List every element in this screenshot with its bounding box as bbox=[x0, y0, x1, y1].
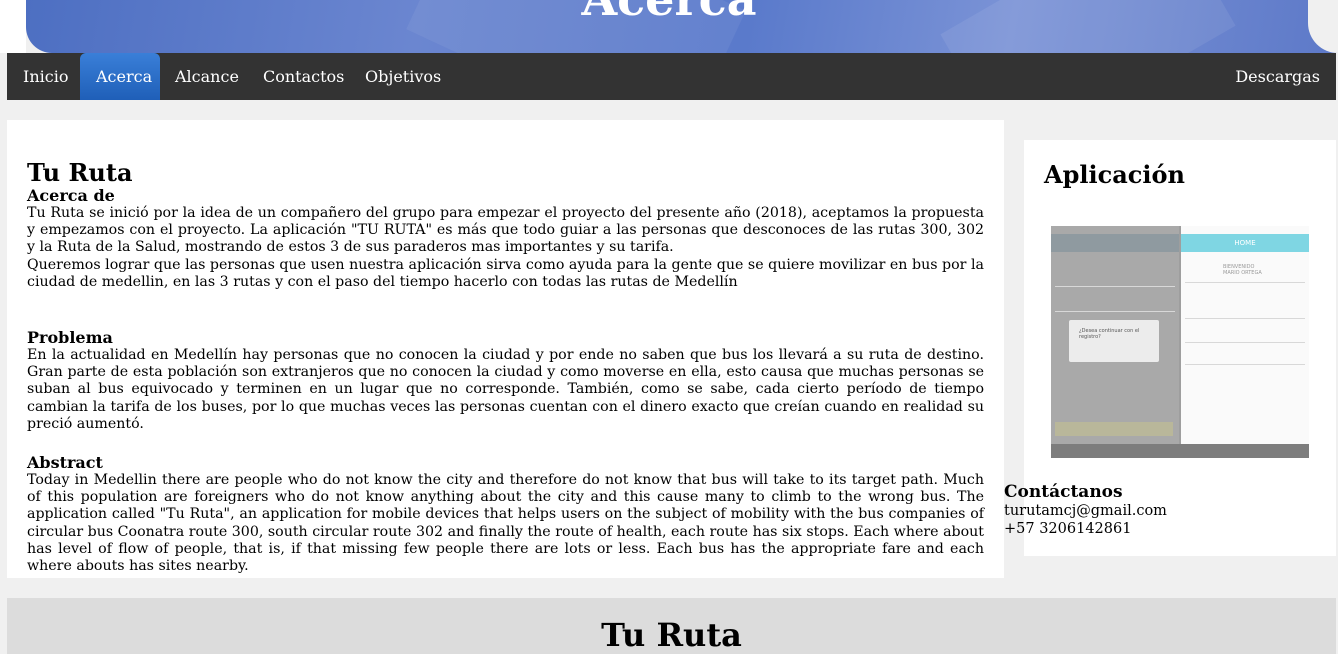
screenshot-button bbox=[1055, 422, 1173, 436]
section-paragraph: En la actualidad en Medellín hay persona… bbox=[27, 347, 984, 432]
contact-title: Contáctanos bbox=[1004, 482, 1123, 502]
section-paragraph: Tu Ruta se inició por la idea de un comp… bbox=[27, 205, 984, 256]
app-screenshot: ¿Desea continuar con el registro? HOME B… bbox=[1051, 226, 1309, 458]
screenshot-home-bar: HOME bbox=[1181, 234, 1309, 252]
screenshot-user: MARIO ORTEGA bbox=[1223, 270, 1262, 276]
footer: Tu Ruta bbox=[7, 598, 1336, 654]
main-nav: Inicio Acerca Alcance Contactos Objetivo… bbox=[7, 53, 1336, 100]
section-paragraph: Queremos lograr que las personas que use… bbox=[27, 256, 984, 290]
section-paragraph: Today in Medellin there are people who d… bbox=[27, 472, 984, 575]
screenshot-divider bbox=[1185, 342, 1305, 343]
article-panel: Tu Ruta Acerca de Tu Ruta se inició por … bbox=[7, 120, 1004, 578]
contact-email: turutamcj@gmail.com bbox=[1004, 503, 1167, 519]
screenshot-divider bbox=[1055, 311, 1175, 312]
screenshot-dialog: ¿Desea continuar con el registro? bbox=[1069, 320, 1159, 362]
screenshot-left-screen: ¿Desea continuar con el registro? bbox=[1051, 226, 1179, 444]
screenshot-right-screen: HOME BIENVENIDO MARIO ORTEGA bbox=[1181, 226, 1309, 444]
page-title: Acerca bbox=[0, 0, 1338, 26]
screenshot-left-appbar bbox=[1051, 234, 1179, 252]
nav-item-objetivos[interactable]: Objetivos bbox=[349, 53, 457, 100]
footer-title: Tu Ruta bbox=[601, 616, 742, 654]
nav-item-inicio[interactable]: Inicio bbox=[7, 53, 84, 100]
aside-title: Aplicación bbox=[1044, 160, 1185, 189]
nav-item-descargas[interactable]: Descargas bbox=[1219, 53, 1336, 100]
section-heading-abstract: Abstract bbox=[27, 453, 103, 472]
section-heading-problema: Problema bbox=[27, 328, 113, 347]
nav-item-acerca[interactable]: Acerca bbox=[80, 53, 160, 100]
screenshot-divider bbox=[1185, 318, 1305, 319]
screenshot-divider bbox=[1185, 364, 1305, 365]
nav-item-alcance[interactable]: Alcance bbox=[159, 53, 255, 100]
section-heading-acerca: Acerca de bbox=[27, 186, 115, 205]
screenshot-divider bbox=[1055, 286, 1175, 287]
article-title: Tu Ruta bbox=[27, 158, 133, 187]
nav-item-contactos[interactable]: Contactos bbox=[247, 53, 360, 100]
screenshot-nav-bar bbox=[1051, 444, 1309, 458]
screenshot-dialog-text: ¿Desea continuar con el registro? bbox=[1079, 328, 1140, 340]
screenshot-divider bbox=[1185, 282, 1305, 283]
contact-phone: +57 3206142861 bbox=[1004, 521, 1132, 537]
